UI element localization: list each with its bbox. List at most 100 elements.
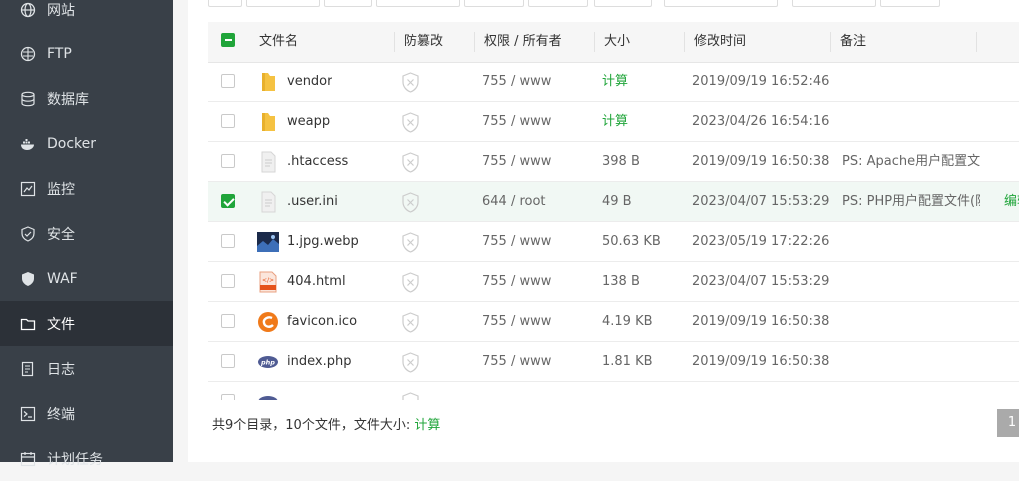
row-checkbox[interactable]	[221, 274, 235, 288]
tamper-shield-icon[interactable]	[401, 392, 420, 400]
toolbar-button[interactable]	[594, 0, 652, 7]
row-checkbox[interactable]	[221, 234, 235, 248]
toolbar-button[interactable]	[246, 0, 320, 7]
file-name[interactable]: 1.jpg.webp	[287, 222, 359, 262]
file-name[interactable]: index.php	[287, 342, 351, 382]
file-name[interactable]: weapp	[287, 102, 330, 142]
sidebar-item-terminal[interactable]: 终端	[0, 391, 173, 436]
column-header-tamper: 防篡改	[404, 34, 444, 49]
page-number-button[interactable]: 1	[997, 409, 1019, 437]
file-name[interactable]: vendor	[287, 62, 332, 102]
summary-text: 共9个目录，10个文件，文件大小:	[212, 418, 411, 433]
monitor-icon	[20, 181, 36, 197]
edit-link[interactable]: 编辑	[1004, 182, 1019, 222]
table-row[interactable]: .user.ini 644 / root 49 B 2023/04/07 15:…	[208, 182, 1019, 222]
permission-owner[interactable]: 755 / www	[482, 142, 551, 182]
column-header-permission: 权限 / 所有者	[484, 34, 562, 49]
table-row[interactable]: 1.jpg.webp 755 / www 50.63 KB 2023/05/19…	[208, 222, 1019, 262]
file-icon	[261, 191, 276, 213]
file-name[interactable]: .user.ini	[287, 182, 338, 222]
row-checkbox[interactable]	[221, 114, 235, 128]
row-checkbox[interactable]	[221, 194, 235, 208]
column-divider	[976, 32, 977, 52]
toolbar-button[interactable]	[792, 0, 876, 7]
column-divider	[830, 32, 831, 52]
toolbar-button[interactable]	[528, 0, 588, 7]
sidebar-item-docker[interactable]: Docker	[0, 121, 173, 166]
column-header-size[interactable]: 大小	[604, 22, 630, 62]
table-row[interactable]: weapp 755 / www 计算 2023/04/26 16:54:16	[208, 102, 1019, 142]
row-checkbox[interactable]	[221, 394, 235, 400]
modified-time: 2023/04/07 15:53:29	[692, 274, 830, 289]
sidebar-item-security[interactable]: 安全	[0, 211, 173, 256]
calc-total-size-link[interactable]: 计算	[414, 418, 440, 433]
table-row[interactable]: php index.php 755 / www 1.81 KB 2019/09/…	[208, 342, 1019, 382]
sidebar-item-logs[interactable]: 日志	[0, 346, 173, 391]
select-all-checkbox[interactable]	[221, 33, 235, 47]
column-header-name[interactable]: 文件名	[259, 22, 298, 62]
svg-text:</>: </>	[262, 277, 274, 284]
sidebar-item-waf[interactable]: WAF	[0, 256, 173, 301]
sidebar-item-cron[interactable]: 计划任务	[0, 436, 173, 481]
tamper-shield-icon[interactable]	[401, 72, 420, 93]
permission-owner[interactable]: 755 / www	[482, 302, 551, 342]
html-file-icon: </>	[259, 271, 277, 293]
table-row[interactable]: .htaccess 755 / www 398 B 2019/09/19 16:…	[208, 142, 1019, 182]
sidebar-item-label: 计划任务	[47, 451, 103, 468]
file-name[interactable]: 404.html	[287, 262, 346, 302]
favicon-icon	[258, 312, 278, 332]
toolbar-button[interactable]	[324, 0, 372, 7]
permission-owner[interactable]: 755 / www	[482, 102, 551, 142]
calc-size-link[interactable]: 计算	[602, 102, 628, 142]
toolbar-button[interactable]	[880, 0, 940, 7]
file-summary: 共9个目录，10个文件，文件大小: 计算	[212, 414, 440, 433]
tamper-shield-icon[interactable]	[401, 192, 420, 213]
table-row[interactable]: </> 404.html 755 / www 138 B 2023/04/07 …	[208, 262, 1019, 302]
file-name[interactable]: .htaccess	[287, 142, 348, 182]
file-icon	[261, 151, 276, 173]
sidebar-item-files[interactable]: 文件	[0, 301, 173, 346]
tamper-shield-icon[interactable]	[401, 112, 420, 133]
tamper-shield-icon[interactable]	[401, 272, 420, 293]
permission-owner[interactable]: 755 / www	[482, 342, 551, 382]
modified-time: 2023/05/19 17:22:26	[692, 234, 830, 249]
sidebar-item-label: 日志	[47, 361, 75, 378]
file-note[interactable]: PS: PHP用户配置文件(防	[842, 182, 980, 222]
database-icon	[20, 91, 36, 107]
sidebar-item-label: FTP	[47, 45, 72, 62]
sidebar-item-database[interactable]: 数据库	[0, 76, 173, 121]
permission-owner[interactable]: 755 / www	[482, 262, 551, 302]
table-row[interactable]	[208, 382, 1019, 400]
row-checkbox[interactable]	[221, 354, 235, 368]
sidebar-item-website[interactable]: 网站	[0, 0, 173, 32]
sidebar-item-monitor[interactable]: 监控	[0, 166, 173, 211]
table-row[interactable]: vendor 755 / www 计算 2019/09/19 16:52:46	[208, 62, 1019, 102]
toolbar-button[interactable]	[376, 0, 460, 7]
tamper-shield-icon[interactable]	[401, 312, 420, 333]
tamper-shield-icon[interactable]	[401, 152, 420, 173]
file-size: 50.63 KB	[602, 234, 661, 249]
file-name[interactable]: favicon.ico	[287, 302, 357, 342]
tamper-shield-icon[interactable]	[401, 352, 420, 373]
permission-owner[interactable]: 755 / www	[482, 62, 551, 102]
modified-time: 2019/09/19 16:50:38	[692, 314, 830, 329]
php-file-icon	[258, 396, 278, 400]
column-header-mtime[interactable]: 修改时间	[694, 22, 746, 62]
ftp-icon	[20, 46, 36, 62]
table-row[interactable]: favicon.ico 755 / www 4.19 KB 2019/09/19…	[208, 302, 1019, 342]
permission-owner[interactable]: 755 / www	[482, 222, 551, 262]
task-icon	[20, 451, 36, 467]
file-size: 49 B	[602, 194, 632, 209]
toolbar-button[interactable]	[464, 0, 524, 7]
docker-icon	[20, 136, 36, 152]
sidebar-item-ftp[interactable]: FTP	[0, 31, 173, 76]
row-checkbox[interactable]	[221, 314, 235, 328]
toolbar-search[interactable]	[664, 0, 778, 7]
row-checkbox[interactable]	[221, 74, 235, 88]
file-note[interactable]: PS: Apache用户配置文件	[842, 142, 980, 182]
toolbar-button[interactable]	[208, 0, 242, 7]
calc-size-link[interactable]: 计算	[602, 62, 628, 102]
row-checkbox[interactable]	[221, 154, 235, 168]
permission-owner[interactable]: 644 / root	[482, 182, 546, 222]
tamper-shield-icon[interactable]	[401, 232, 420, 253]
